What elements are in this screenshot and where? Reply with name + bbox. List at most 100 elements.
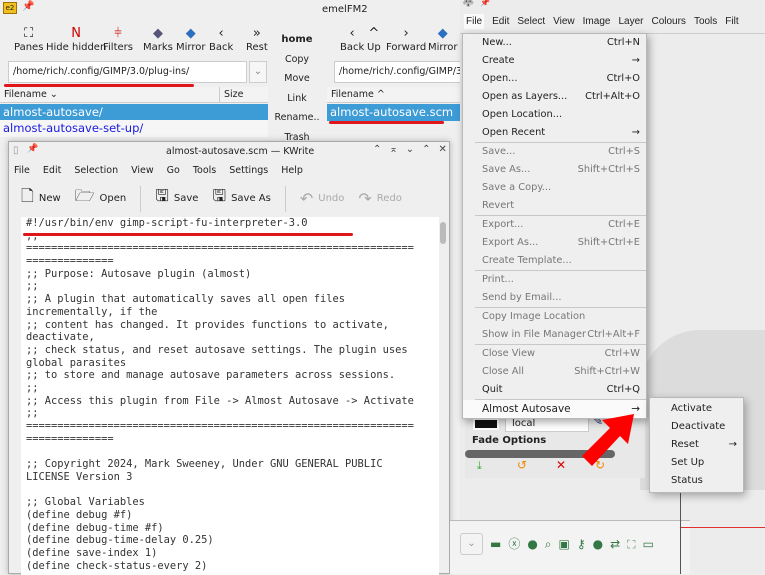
menu-item-revert[interactable]: Revert xyxy=(463,197,646,215)
menu-item-open-location[interactable]: Open Location... xyxy=(463,106,646,124)
menu-item-save[interactable]: Save... Ctrl+S xyxy=(463,143,646,161)
pin-icon[interactable]: 📌 xyxy=(22,1,34,12)
mirror-button[interactable]: ◆ Mirror xyxy=(176,26,205,53)
menu-colours[interactable]: Colours xyxy=(651,16,685,27)
menu-item-save-a-copy[interactable]: Save a Copy... xyxy=(463,179,646,197)
canvas-border xyxy=(680,490,681,574)
menu-tools[interactable]: Tools xyxy=(694,16,717,27)
menu-item-label: Revert xyxy=(482,200,515,211)
save-preset-icon[interactable]: ⤓ xyxy=(477,459,482,473)
redo-button[interactable]: ↷ Redo xyxy=(358,189,402,208)
rename-button[interactable]: Rename.. xyxy=(272,108,322,128)
label: Mirror xyxy=(428,42,458,53)
file-row[interactable]: almost-autosave.scm xyxy=(327,104,462,121)
save-as-button[interactable]: 🖫 Save As xyxy=(212,185,270,212)
menu-item-create[interactable]: Create → xyxy=(463,52,646,70)
text-editor[interactable]: #!/usr/bin/env gimp-script-fu-interprete… xyxy=(21,217,439,575)
menu-item-close-all[interactable]: Close All Shift+Ctrl+W xyxy=(463,363,646,381)
menu-item-send-by-email[interactable]: Send by Email... xyxy=(463,289,646,307)
right-filename-column-header[interactable]: Filename ^ xyxy=(327,87,462,103)
label: Up xyxy=(367,42,381,53)
right-mirror-button[interactable]: ◆ Mirror xyxy=(428,26,457,53)
back-button[interactable]: ‹ Back xyxy=(209,26,233,53)
right-back-button[interactable]: ‹ Back xyxy=(340,26,364,53)
chevron-down-icon[interactable]: ⌄ xyxy=(460,533,483,555)
scrollbar-thumb[interactable] xyxy=(440,222,446,244)
menu-tools[interactable]: Tools xyxy=(193,165,216,176)
menu-item-open-as-layers[interactable]: Open as Layers... Ctrl+Alt+O xyxy=(463,88,646,106)
menu-select[interactable]: Select xyxy=(517,16,545,27)
menu-go[interactable]: Go xyxy=(167,165,180,176)
marks-button[interactable]: ◆ Marks xyxy=(143,26,173,53)
panes-button[interactable]: ⛶ Panes xyxy=(14,26,43,53)
menu-item-close-view[interactable]: Close View Ctrl+W xyxy=(463,345,646,363)
window-controls[interactable]: ⌃⌅⌄⌃✕ xyxy=(373,144,455,155)
copy-button[interactable]: Copy xyxy=(272,50,322,70)
menu-item-label: Open... xyxy=(482,73,518,84)
link-button[interactable]: Link xyxy=(272,89,322,109)
menu-edit[interactable]: Edit xyxy=(492,16,509,27)
shortcut: Ctrl+O xyxy=(606,73,640,84)
delete-icon[interactable]: ✕ xyxy=(556,458,566,472)
emelfm2-logo-icon: e2 xyxy=(3,2,17,14)
file-row[interactable]: almost-autosave-set-up/ xyxy=(0,120,268,137)
menu-item-export-as[interactable]: Export As... Shift+Ctrl+E xyxy=(463,234,646,252)
menu-item-reset[interactable]: Reset → xyxy=(650,436,743,454)
code-line: ;; xyxy=(26,280,39,293)
home-button[interactable]: home xyxy=(272,30,322,50)
hide-hidden-button[interactable]: N Hide hidden xyxy=(46,26,106,53)
filename-column-header[interactable]: Filename ⌄ xyxy=(0,87,220,103)
pin-icon[interactable]: 📌 xyxy=(27,144,38,154)
open-button[interactable]: 🗁 Open xyxy=(75,185,127,212)
menu-image[interactable]: Image xyxy=(583,16,611,27)
menu-item-label: Send by Email... xyxy=(482,292,562,303)
menu-selection[interactable]: Selection xyxy=(74,165,118,176)
menu-filters[interactable]: Filt xyxy=(725,16,738,27)
menu-item-open-recent[interactable]: Open Recent → xyxy=(463,124,646,142)
tool-icons[interactable]: ▬ⓧ●⌕▣⚷●⇄⛶▭ xyxy=(490,535,661,552)
fade-options-label[interactable]: Fade Options xyxy=(472,435,546,446)
menu-item-open[interactable]: Open... Ctrl+O xyxy=(463,70,646,88)
middle-command-list: home Copy Move Link Rename.. Trash xyxy=(272,30,322,147)
menu-file[interactable]: File xyxy=(464,14,485,29)
menu-item-deactivate[interactable]: Deactivate xyxy=(650,418,743,436)
file-row[interactable]: almost-autosave/ xyxy=(0,104,268,121)
pin-icon[interactable]: 📌 xyxy=(480,0,490,7)
filters-button[interactable]: ⫩ Filters xyxy=(103,26,133,53)
menu-item-copy-image-location[interactable]: Copy Image Location xyxy=(463,308,646,326)
save-button[interactable]: 🖫 Save xyxy=(155,185,198,212)
right-path-input[interactable]: /home/rich/.config/GIMP/3.0/plug-ins/ xyxy=(334,61,462,83)
menu-item-new[interactable]: New... Ctrl+N xyxy=(463,34,646,52)
left-path-input[interactable]: /home/rich/.config/GIMP/3.0/plug-ins/ xyxy=(8,61,247,83)
menu-item-status[interactable]: Status xyxy=(650,472,743,490)
menu-view[interactable]: View xyxy=(131,165,154,176)
path-dropdown-chevron-icon[interactable]: ⌄ xyxy=(249,61,267,83)
menu-settings[interactable]: Settings xyxy=(229,165,268,176)
menu-item-export[interactable]: Export... Ctrl+E xyxy=(463,216,646,234)
restore-icon[interactable]: ↺ xyxy=(517,458,527,472)
menu-help[interactable]: Help xyxy=(281,165,303,176)
up-button[interactable]: ^ Up xyxy=(367,26,381,53)
menu-item-show-in-file-manager[interactable]: Show in File Manager Ctrl+Alt+F xyxy=(463,326,646,344)
label: Panes xyxy=(14,42,44,53)
code-line: ============== xyxy=(26,432,114,445)
new-button[interactable]: 🗋 New xyxy=(21,185,61,212)
undo-button[interactable]: ↶ Undo xyxy=(300,189,345,208)
brush-preview[interactable] xyxy=(473,418,499,430)
menu-item-create-template[interactable]: Create Template... xyxy=(463,252,646,270)
menu-item-save-as[interactable]: Save As... Shift+Ctrl+S xyxy=(463,161,646,179)
rest-button[interactable]: » Rest xyxy=(246,26,268,53)
move-button[interactable]: Move xyxy=(272,69,322,89)
menu-file[interactable]: File xyxy=(14,165,30,176)
menu-item-activate[interactable]: Activate xyxy=(650,400,743,418)
menu-item-set-up[interactable]: Set Up xyxy=(650,454,743,472)
menu-view[interactable]: View xyxy=(553,16,575,27)
menu-item-quit[interactable]: Quit Ctrl+Q xyxy=(463,381,646,399)
menu-edit[interactable]: Edit xyxy=(43,165,61,176)
menu-layer[interactable]: Layer xyxy=(618,16,643,27)
forward-button[interactable]: › Forward xyxy=(386,26,426,53)
size-column-header[interactable]: Size xyxy=(220,87,268,103)
code-line: ;; content has changed. It provides func… xyxy=(26,318,389,331)
menu-item-print[interactable]: Print... xyxy=(463,271,646,289)
